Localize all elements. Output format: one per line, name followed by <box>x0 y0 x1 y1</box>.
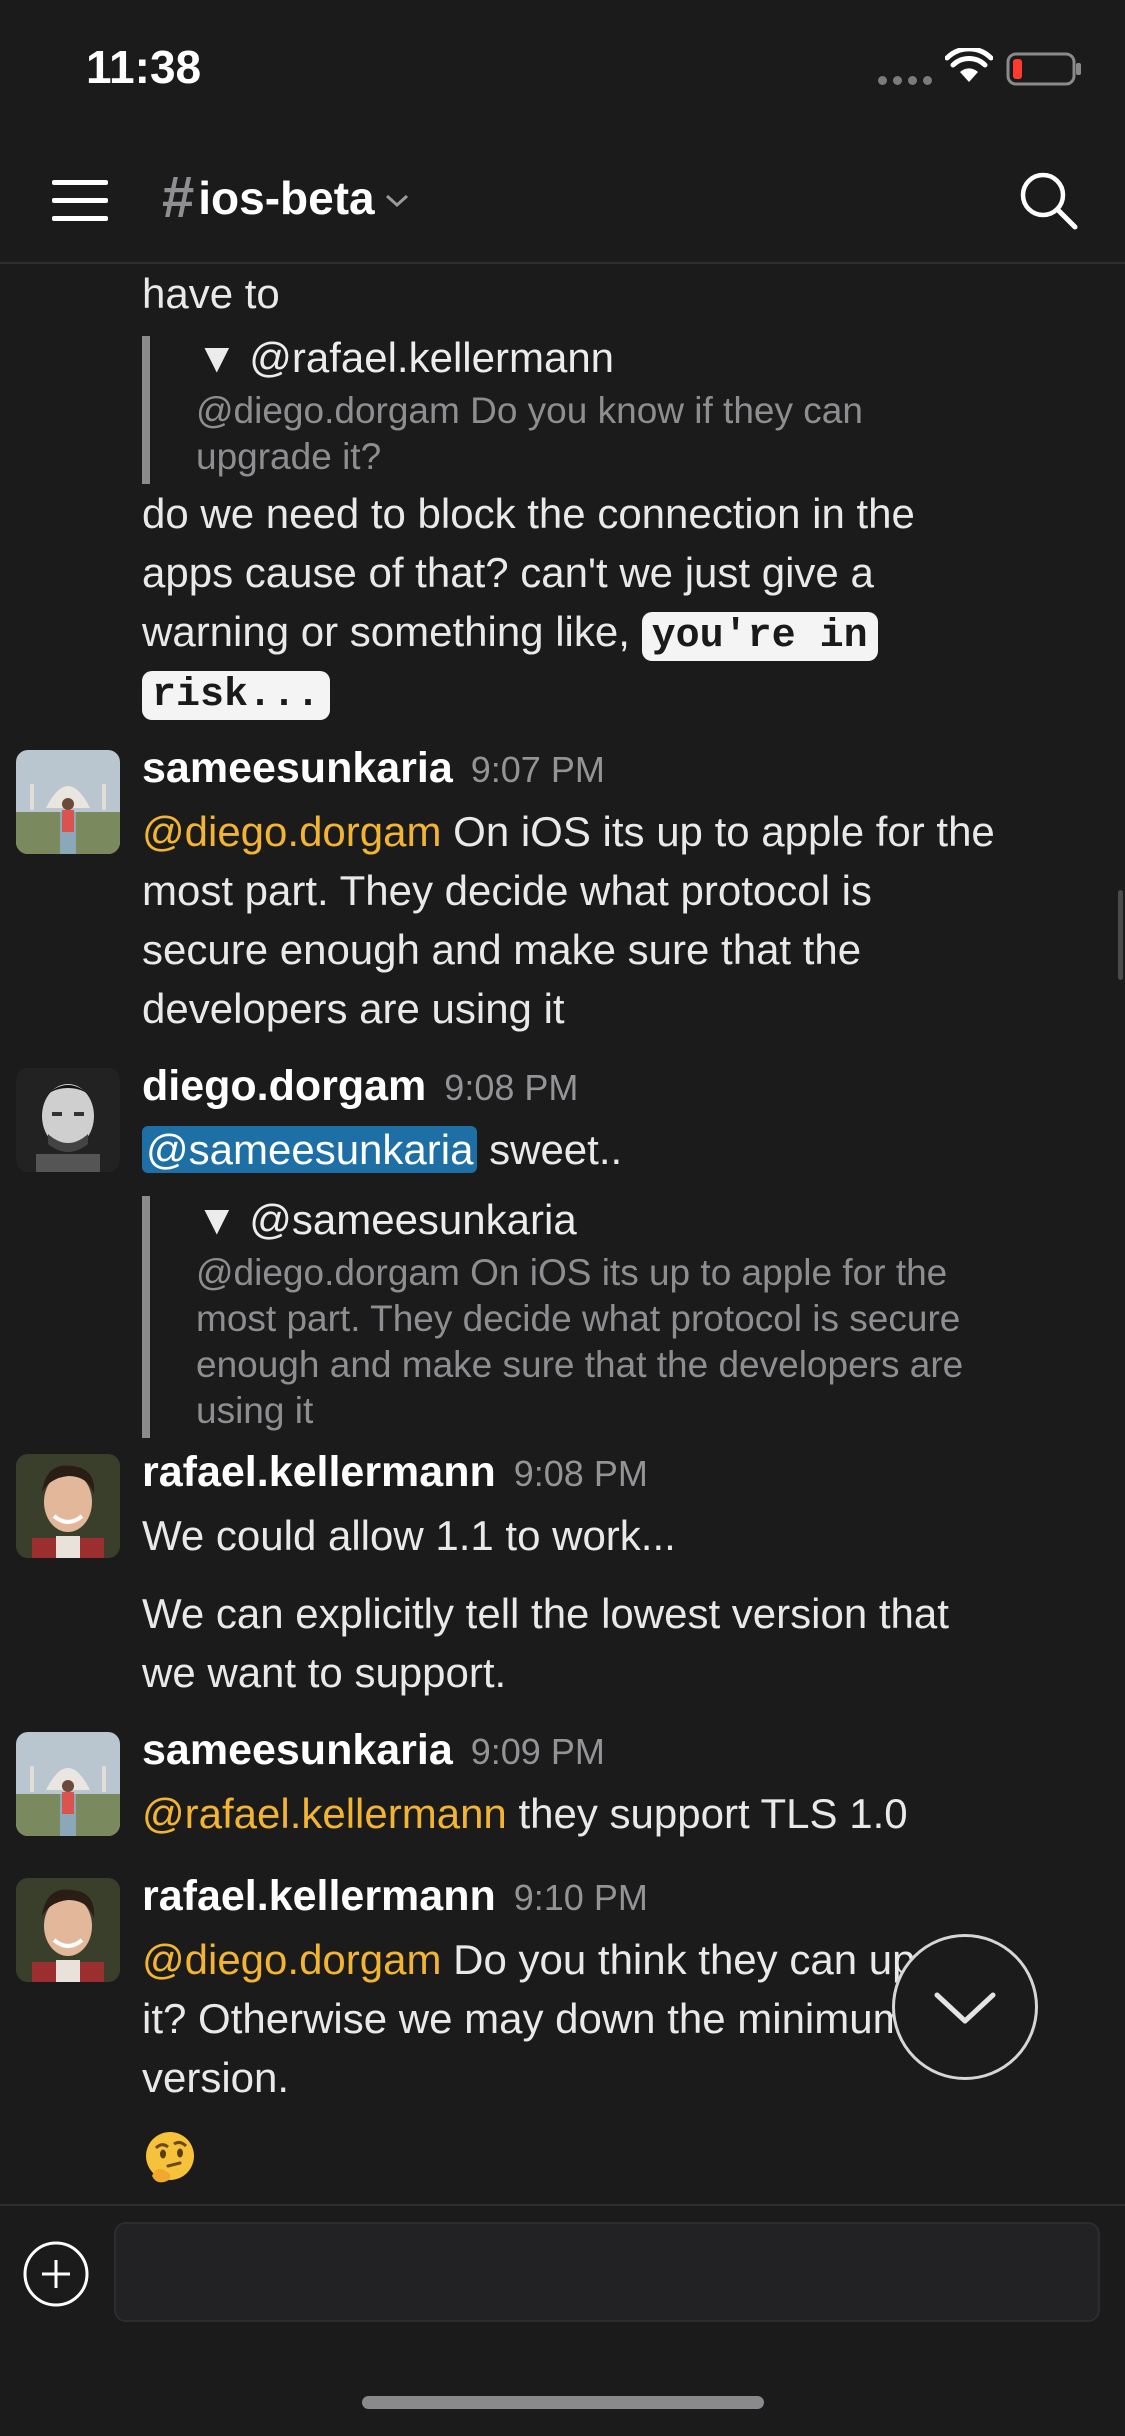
quote-text-line: upgrade it? <box>196 436 382 477</box>
author-name[interactable]: sameesunkaria <box>142 1726 453 1774</box>
author-name[interactable]: rafael.kellermann <box>142 1872 496 1920</box>
avatar[interactable] <box>16 1454 120 1558</box>
message-text-line: @diego.dorgam On iOS its up to apple for… <box>142 802 1102 861</box>
message-text-line: @sameesunkaria sweet.. <box>142 1120 1102 1179</box>
user-mention[interactable]: @diego.dorgam <box>142 1936 441 1983</box>
chevron-down-icon <box>934 1992 996 2024</box>
quote-text-line: @diego.dorgam Do you know if they can <box>196 390 863 431</box>
avatar[interactable] <box>16 1068 120 1172</box>
message-text: have to <box>142 270 280 317</box>
navigation-bar: # ios-beta <box>0 140 1125 264</box>
inline-code: risk... <box>142 671 331 720</box>
message-list[interactable]: have to ▼ @rafael.kellermann @diego.dorg… <box>0 264 1125 2204</box>
message-text-line: @rafael.kellermann they support TLS 1.0 <box>142 1784 1102 1843</box>
search-icon[interactable] <box>1018 170 1078 230</box>
message-text: secure enough and make sure that the <box>142 926 862 973</box>
message-text: We could allow 1.1 to work... <box>142 1512 676 1559</box>
channel-hash-icon: # <box>162 165 195 230</box>
message-timestamp: 9:08 PM <box>513 1453 648 1494</box>
quote-bar <box>142 336 150 484</box>
avatar[interactable] <box>16 750 120 854</box>
author-name[interactable]: diego.dorgam <box>142 1062 426 1110</box>
message-input[interactable] <box>114 2222 1100 2322</box>
home-indicator[interactable] <box>362 2396 764 2409</box>
message-header: diego.dorgam 9:08 PM <box>142 1062 578 1111</box>
avatar[interactable] <box>16 1732 120 1836</box>
cellular-signal-icon <box>878 76 932 85</box>
battery-icon <box>1006 52 1081 86</box>
author-name[interactable]: rafael.kellermann <box>142 1448 496 1496</box>
user-mention[interactable]: @diego.dorgam <box>142 808 441 855</box>
channel-title-button[interactable]: # ios-beta <box>162 164 409 231</box>
message-header: rafael.kellermann 9:10 PM <box>142 1872 648 1921</box>
wifi-icon <box>945 48 993 82</box>
message-text: we want to support. <box>142 1649 507 1696</box>
message-text: sweet.. <box>477 1126 623 1173</box>
jump-to-bottom-button[interactable] <box>892 1934 1038 2080</box>
message-timestamp: 9:07 PM <box>470 749 605 790</box>
quote-text-line: enough and make sure that the developers… <box>196 1344 964 1385</box>
user-mention[interactable]: @rafael.kellermann <box>142 1790 507 1837</box>
thinking-face-emoji-icon <box>146 2132 194 2183</box>
message-text: warning or something like, <box>142 608 642 655</box>
chevron-down-icon <box>385 194 408 207</box>
status-bar: 11:38 <box>0 0 1125 140</box>
message-timestamp: 9:08 PM <box>444 1067 579 1108</box>
quote-bar <box>142 1196 150 1438</box>
user-mention-highlighted[interactable]: @sameesunkaria <box>142 1126 478 1173</box>
author-name[interactable]: sameesunkaria <box>142 744 453 792</box>
inline-code: you're in <box>641 612 878 661</box>
quote-text-line: most part. They decide what protocol is … <box>196 1298 961 1339</box>
scrollbar[interactable] <box>1118 890 1123 980</box>
status-time: 11:38 <box>86 41 202 93</box>
avatar[interactable] <box>16 1878 120 1982</box>
message-text: apps cause of that? can't we just give a <box>142 549 874 596</box>
quote-header[interactable]: ▼ @rafael.kellermann <box>196 334 614 382</box>
message-text: developers are using it <box>142 985 565 1032</box>
message-text: most part. They decide what protocol is <box>142 867 872 914</box>
message-timestamp: 9:09 PM <box>470 1731 605 1772</box>
channel-name: ios-beta <box>198 171 375 224</box>
message-text-line: risk... <box>142 661 1102 725</box>
message-text-line: warning or something like, you're in <box>142 602 1102 666</box>
quote-text-line: using it <box>196 1390 314 1431</box>
message-text: We can explicitly tell the lowest versio… <box>142 1590 949 1637</box>
message-text: On iOS its up to apple for the <box>441 808 995 855</box>
message-timestamp: 9:10 PM <box>513 1877 648 1918</box>
quote-text-line: @diego.dorgam On iOS its up to apple for… <box>196 1252 948 1293</box>
message-header: sameesunkaria 9:07 PM <box>142 744 605 793</box>
quote-header[interactable]: ▼ @sameesunkaria <box>196 1196 577 1244</box>
message-header: rafael.kellermann 9:08 PM <box>142 1448 648 1497</box>
plus-circle-icon[interactable] <box>22 2240 90 2308</box>
hamburger-menu-icon[interactable] <box>50 176 110 226</box>
message-header: sameesunkaria 9:09 PM <box>142 1726 605 1775</box>
message-text: they support TLS 1.0 <box>506 1790 908 1837</box>
message-text: do we need to block the connection in th… <box>142 490 915 537</box>
